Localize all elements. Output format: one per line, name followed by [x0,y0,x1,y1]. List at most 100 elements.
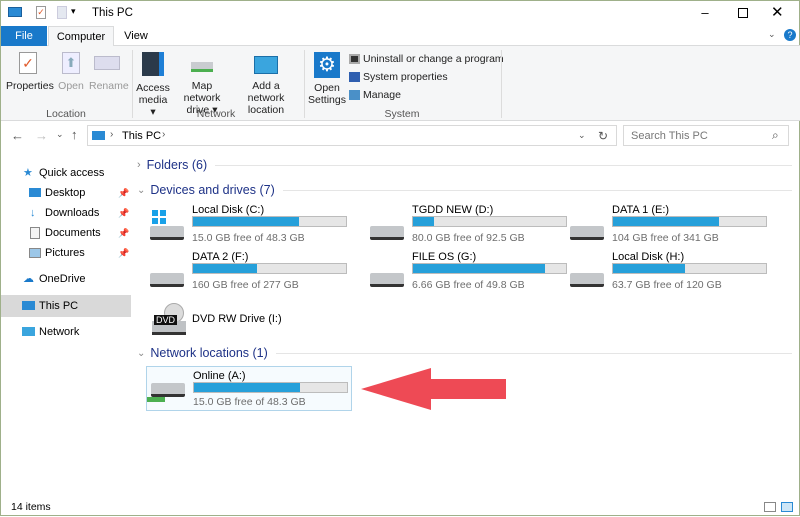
hard-drive-icon [150,267,186,287]
new-folder-qa-icon[interactable] [57,6,67,19]
drive-tile[interactable]: Local Disk (C:) 15.0 GB free of 48.3 GB [146,204,356,250]
add-network-location-button[interactable]: Add a network location [233,52,299,116]
network-location-icon [254,56,278,74]
qa-dropdown-icon[interactable]: ▾ [71,6,76,17]
usage-fill [613,264,685,273]
drive-usage-bar [412,263,567,274]
search-box[interactable]: Search This PC ⌕ [623,125,789,146]
close-button[interactable]: ✕ [771,3,784,21]
system-properties-icon [349,72,360,83]
uninstall-icon [349,54,360,65]
tab-computer[interactable]: Computer [48,26,114,47]
nav-downloads[interactable]: ↓ Downloads 📌 [1,203,131,223]
drive-name: DATA 2 (F:) [192,251,249,263]
hard-drive-icon [370,220,406,240]
drive-tile[interactable]: FILE OS (G:) 6.66 GB free of 49.8 GB [366,251,576,297]
drive-usage-bar [612,216,767,227]
drive-tile[interactable]: DATA 1 (E:) 104 GB free of 341 GB [566,204,776,250]
section-devices[interactable]: ⌄ Devices and drives (7) [137,183,792,197]
search-input[interactable]: Search This PC [631,130,708,142]
nav-onedrive[interactable]: ☁ OneDrive [1,269,131,289]
up-button[interactable]: ↑ [71,127,78,142]
windows-logo-icon [152,210,166,224]
large-icons-view-button[interactable] [781,502,793,512]
network-drive-online[interactable]: Online (A:) 15.0 GB free of 48.3 GB [146,366,352,411]
help-icon[interactable]: ? [784,29,796,41]
drive-free-space: 63.7 GB free of 120 GB [612,279,722,291]
nav-this-pc[interactable]: This PC [1,295,131,317]
window-title: This PC [92,7,133,19]
drive-tile[interactable]: DATA 2 (F:) 160 GB free of 277 GB [146,251,356,297]
drive-free-space: 15.0 GB free of 48.3 GB [192,232,305,244]
dvd-icon: DVD [152,303,186,337]
recent-dropdown[interactable]: ⌄ [56,129,64,140]
properties-qa-icon[interactable]: ✓ [36,6,46,19]
drive-usage-bar [192,263,347,274]
drive-tile[interactable]: Local Disk (H:) 63.7 GB free of 120 GB [566,251,776,297]
drive-usage-bar [192,216,347,227]
drive-free-space: 6.66 GB free of 49.8 GB [412,279,525,291]
ribbon-tabs: File Computer View ⌄ ? [1,26,800,47]
nav-network[interactable]: Network [1,322,131,342]
maximize-button[interactable] [738,8,748,18]
drive-name: Local Disk (H:) [612,251,685,263]
expand-ribbon-icon[interactable]: ⌄ [768,29,776,40]
group-label-network: Network [196,108,236,120]
this-pc-icon [92,131,105,140]
refresh-button[interactable]: ↻ [598,129,608,143]
address-bar[interactable]: › This PC › ⌄ ↻ [87,125,617,146]
group-label-location: Location [46,108,86,120]
this-pc-icon [22,301,35,310]
red-arrow-annotation [361,368,506,410]
uninstall-program-button[interactable]: Uninstall or change a program [349,53,504,65]
hard-drive-icon [150,210,186,240]
drive-usage-bar [193,382,348,393]
chevron-down-icon: ⌄ [137,184,146,196]
network-drive-icon [147,383,187,403]
drive-usage-bar [412,216,567,227]
drive-name: Online (A:) [193,370,246,382]
chevron-down-icon: ⌄ [137,347,146,359]
pin-icon: 📌 [118,188,130,198]
usage-fill [194,383,300,392]
manage-button[interactable]: Manage [349,89,401,101]
dvd-drive[interactable]: DVD DVD RW Drive (I:) [146,303,356,349]
divider [132,50,133,118]
network-drive-icon [191,62,213,72]
address-dropdown-icon[interactable]: ⌄ [578,130,586,141]
access-media-button[interactable]: Access media ▾ [135,52,171,118]
system-properties-button[interactable]: System properties [349,71,448,83]
back-button[interactable]: ← [11,128,24,143]
dvd-badge: DVD [154,315,178,325]
computer-icon [8,7,22,17]
nav-quick-access[interactable]: ★ Quick access [1,163,131,183]
details-view-button[interactable] [764,502,776,512]
hard-drive-icon [570,220,606,240]
usage-fill [193,264,258,273]
minimize-button[interactable]: – [695,5,715,21]
pin-icon: 📌 [118,208,130,218]
nav-pictures[interactable]: Pictures 📌 [1,243,131,263]
rename-button[interactable]: Rename [89,52,129,92]
open-settings-button[interactable]: ⚙ Open Settings [308,52,346,106]
chevron-right-icon: › [137,159,141,171]
drive-name: DVD RW Drive (I:) [192,313,282,325]
media-icon [142,52,164,76]
open-button[interactable]: ⬆ Open [56,52,86,92]
map-network-drive-button[interactable]: Map network drive ▾ [172,52,232,116]
nav-desktop[interactable]: Desktop 📌 [1,183,131,203]
hard-drive-icon [570,267,606,287]
section-network-locations[interactable]: ⌄ Network locations (1) [137,346,792,360]
divider [304,50,305,118]
gear-icon: ⚙ [314,52,340,78]
nav-documents[interactable]: Documents 📌 [1,223,131,243]
drive-tile[interactable]: TGDD NEW (D:) 80.0 GB free of 92.5 GB [366,204,576,250]
section-folders[interactable]: › Folders (6) [137,158,792,172]
usage-fill [413,264,546,273]
forward-button[interactable]: → [35,128,48,143]
breadcrumb-this-pc[interactable]: This PC [122,130,161,142]
tab-view[interactable]: View [116,26,156,46]
tab-file[interactable]: File [1,26,47,46]
properties-button[interactable]: ✓ Properties [6,52,54,92]
group-label-system: System [384,108,420,120]
